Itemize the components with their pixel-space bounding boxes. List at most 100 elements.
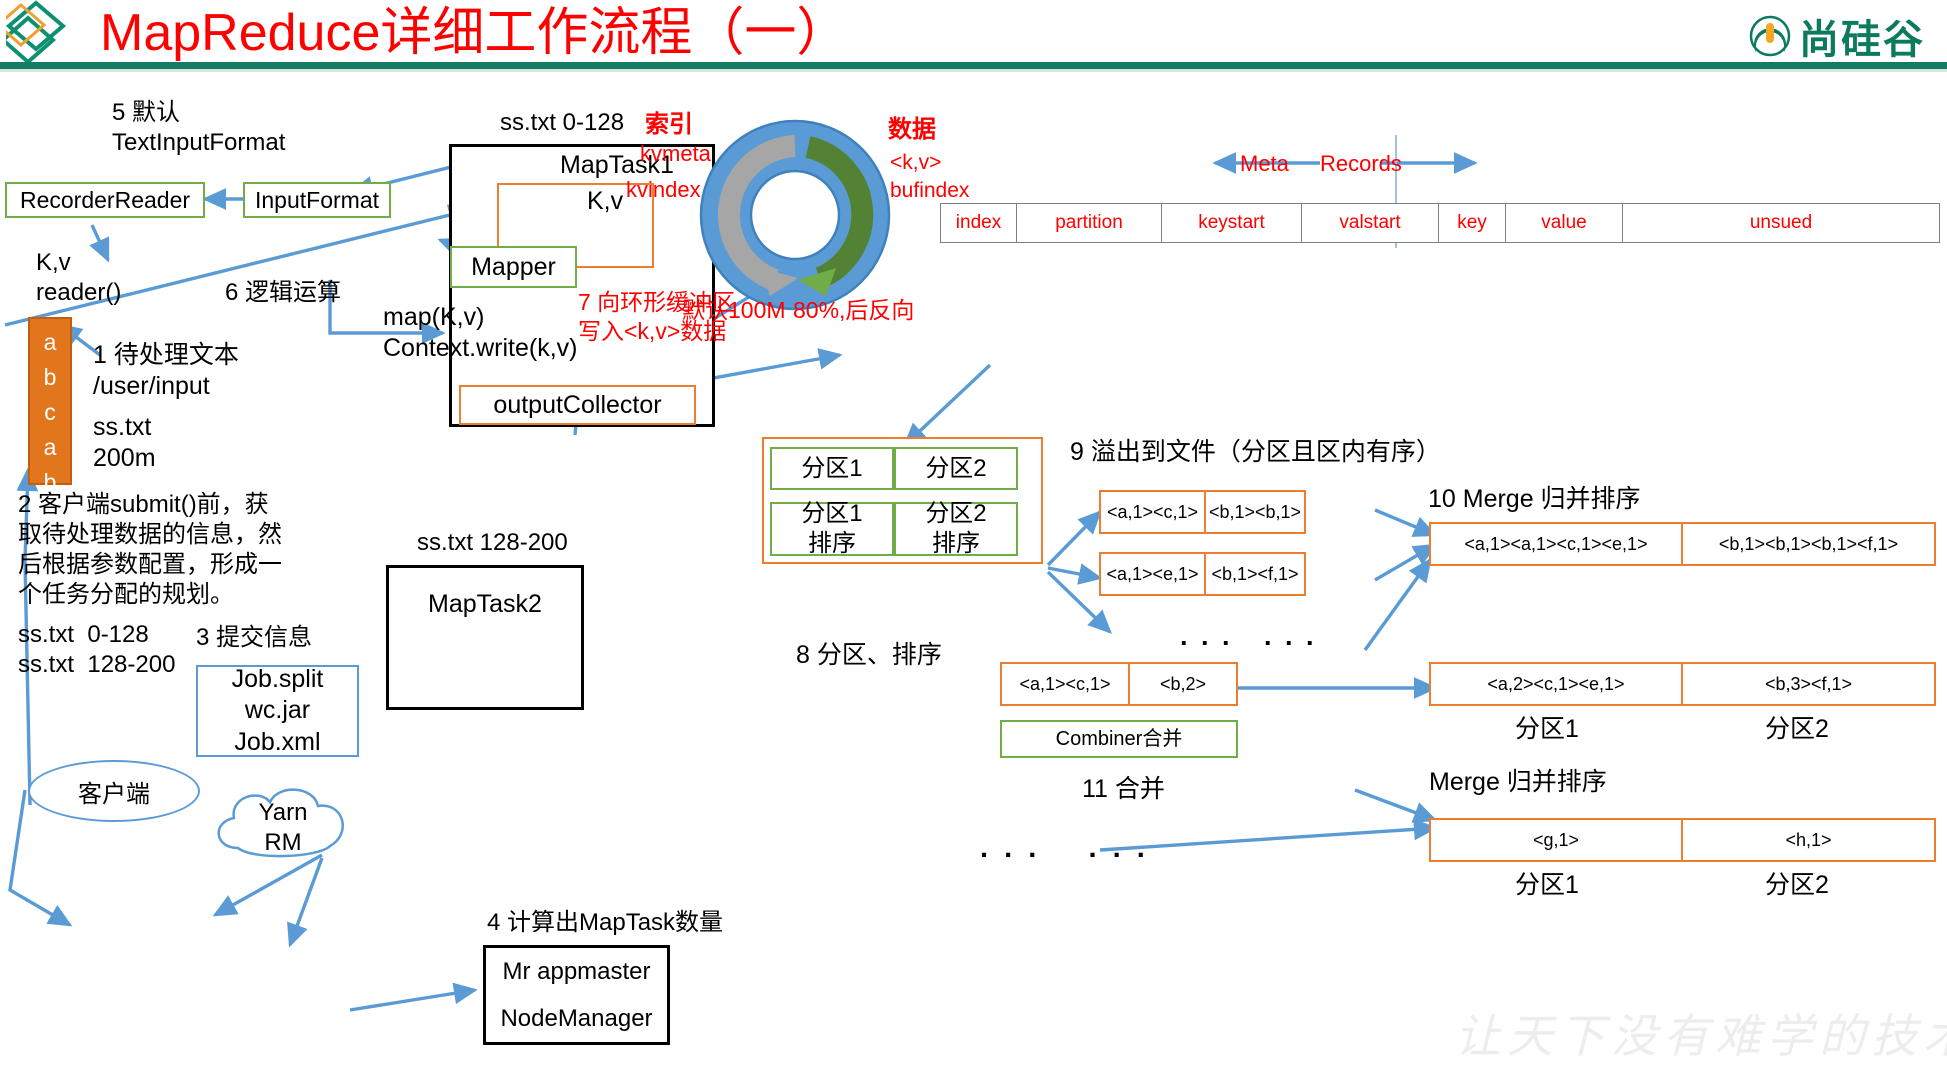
- step-5-label: 5 默认 TextInputFormat: [112, 99, 286, 156]
- circular-buffer-graphic: [698, 118, 893, 313]
- combiner-cell: <b,2>: [1128, 664, 1236, 704]
- final-result-row-1: <a,2><c,1><e,1> <b,3><f,1>: [1429, 662, 1936, 706]
- file-char: b: [43, 363, 57, 390]
- partition-1-sorted-box[interactable]: 分区1 排序: [770, 500, 894, 557]
- kvmeta-label: kvmeta: [640, 141, 711, 166]
- final-cell: <h,1>: [1681, 820, 1934, 860]
- meta-cell-valstart: valstart: [1301, 204, 1438, 242]
- partition-2-box[interactable]: 分区2: [894, 447, 1018, 490]
- partition-2-label: 分区2: [925, 454, 987, 482]
- yarn-rm-cloud[interactable]: Yarn RM: [208, 778, 358, 868]
- buffer-spill-label: 80%,后反向: [793, 297, 915, 323]
- combiner-cell: <a,1><c,1>: [1019, 673, 1111, 694]
- client-node[interactable]: 客户端: [28, 760, 200, 822]
- spill-file-row-2: <a,1><e,1> <b,1><f,1>: [1099, 552, 1306, 596]
- spill-file-row-1: <a,1><c,1> <b,1><b,1>: [1099, 490, 1306, 534]
- step-2-splits-label: ss.txt 0-128 ss.txt 128-200: [18, 621, 176, 678]
- final-result-row-2: <g,1> <h,1>: [1429, 818, 1936, 862]
- slide-canvas: MapReduce详细工作流程（一） 尚硅谷 5 默认 TextInputFor…: [0, 0, 1947, 1076]
- yarn-rm-label: Yarn RM: [258, 799, 308, 856]
- final-cell: <a,2><c,1><e,1>: [1487, 673, 1625, 694]
- step-2-label: 2 客户端submit()前，获 取待处理数据的信息，然 后根据参数配置，形成一…: [18, 491, 282, 608]
- step-1-label: 1 待处理文本 /user/input: [93, 341, 239, 401]
- spill-cell: <a,1><c,1>: [1106, 501, 1199, 522]
- atguigu-u-icon: [1749, 15, 1791, 57]
- merge-result-row: <a,1><a,1><c,1><e,1> <b,1><b,1><b,1><f,1…: [1429, 522, 1936, 566]
- meta-cell-key: key: [1438, 204, 1505, 242]
- appmaster-box[interactable]: Mr appmaster NodeManager: [483, 945, 670, 1045]
- file-char: a: [43, 433, 57, 460]
- maptask2-box[interactable]: MapTask2: [386, 565, 584, 710]
- meta-direction-label: Meta: [1240, 151, 1289, 176]
- job-submit-label: Job.split wc.jar Job.xml: [231, 665, 324, 756]
- map-code-label: map(K,v) Context.write(k,v): [383, 303, 578, 363]
- spill-cell: <b,1><f,1>: [1204, 554, 1304, 594]
- maptask2-caption: ss.txt 128-200: [417, 529, 568, 556]
- recorder-reader-box[interactable]: RecorderReader: [5, 182, 205, 218]
- watermark-text: 让天下没有难学的技术: [1455, 1009, 1947, 1063]
- brand-name: 尚硅谷: [1799, 17, 1925, 63]
- page-title: MapReduce详细工作流程（一）: [100, 4, 849, 62]
- final-cell: <g,1>: [1532, 829, 1580, 850]
- meta-cell-value: value: [1505, 204, 1622, 242]
- meta-cell-unsued: unsued: [1622, 204, 1939, 242]
- meta-cell-keystart: keystart: [1161, 204, 1301, 242]
- final-cell: <b,3><f,1>: [1681, 664, 1934, 704]
- buffer-size-label: 默认100M: [682, 297, 786, 323]
- partition-2-sorted-label: 分区2 排序: [925, 500, 987, 557]
- mapper-label: Mapper: [471, 252, 556, 281]
- appmaster-label: Mr appmaster: [502, 957, 651, 985]
- buffer-meta-table: index partition keystart valstart key va…: [940, 203, 1940, 243]
- step-8-label: 8 分区、排序: [796, 641, 942, 669]
- final-row-2-partition-1-label: 分区1: [1515, 871, 1579, 899]
- step-10-label: 10 Merge 归并排序: [1428, 485, 1641, 513]
- step-1-file-label: ss.txt 200m: [93, 413, 156, 473]
- combiner-input-row: <a,1><c,1> <b,2>: [1000, 662, 1238, 706]
- bottom-ellipsis: . . . . . .: [980, 832, 1149, 864]
- nodemanager-label: NodeManager: [500, 1004, 653, 1032]
- step-3-label: 3 提交信息: [196, 624, 313, 651]
- buffer-kv-label: <k,v>: [890, 151, 942, 174]
- combiner-box[interactable]: Combiner合并: [1000, 720, 1238, 758]
- maptask1-kv-label: K,v: [587, 187, 624, 215]
- output-collector-label: outputCollector: [493, 390, 662, 419]
- header-rule: [0, 62, 1947, 69]
- final-row-2-partition-2-label: 分区2: [1765, 871, 1829, 899]
- step-6-label: 6 逻辑运算: [225, 279, 342, 306]
- maptask2-title: MapTask2: [428, 590, 542, 618]
- bufindex-label: bufindex: [890, 179, 970, 202]
- input-format-label: InputFormat: [255, 186, 379, 213]
- kvindex-label: kvindex: [626, 177, 701, 202]
- file-char: c: [44, 398, 56, 425]
- maptask1-caption: ss.txt 0-128: [500, 109, 625, 136]
- final-row-1-partition-1-label: 分区1: [1515, 715, 1579, 743]
- job-submit-box[interactable]: Job.split wc.jar Job.xml: [196, 665, 359, 757]
- partition-1-sorted-label: 分区1 排序: [801, 500, 863, 557]
- partition-2-sorted-box[interactable]: 分区2 排序: [894, 500, 1018, 557]
- meta-cell-index: index: [955, 212, 1002, 233]
- step-9-label: 9 溢出到文件（分区且区内有序）: [1070, 438, 1441, 466]
- input-format-box[interactable]: InputFormat: [243, 182, 391, 218]
- merge-cell: <b,1><b,1><b,1><f,1>: [1681, 524, 1934, 564]
- client-label: 客户端: [78, 780, 150, 808]
- records-direction-label: Records: [1320, 151, 1402, 176]
- spill-cell: <b,1><b,1>: [1204, 492, 1304, 532]
- spill-ellipsis: . . . . . .: [1180, 621, 1317, 651]
- partition-1-label: 分区1: [801, 454, 863, 482]
- header-rule-secondary: [0, 69, 1947, 72]
- file-char: a: [43, 329, 57, 355]
- step-11-label: 11 合并: [1082, 775, 1165, 803]
- diamond-logo-icon: [0, 0, 92, 66]
- merge-sort-label: Merge 归并排序: [1429, 768, 1607, 796]
- recorder-reader-label: RecorderReader: [19, 186, 191, 213]
- step-4-label: 4 计算出MapTask数量: [487, 909, 724, 936]
- final-row-1-partition-2-label: 分区2: [1765, 715, 1829, 743]
- output-collector-box[interactable]: outputCollector: [459, 385, 696, 425]
- buffer-index-label: 索引: [645, 111, 693, 138]
- merge-cell: <a,1><a,1><c,1><e,1>: [1464, 533, 1648, 554]
- mapper-box[interactable]: Mapper: [450, 246, 577, 288]
- kv-reader-label: K,v reader(): [36, 249, 122, 306]
- partition-1-box[interactable]: 分区1: [770, 447, 894, 490]
- combiner-label: Combiner合并: [1055, 727, 1183, 750]
- buffer-data-label: 数据: [888, 116, 936, 143]
